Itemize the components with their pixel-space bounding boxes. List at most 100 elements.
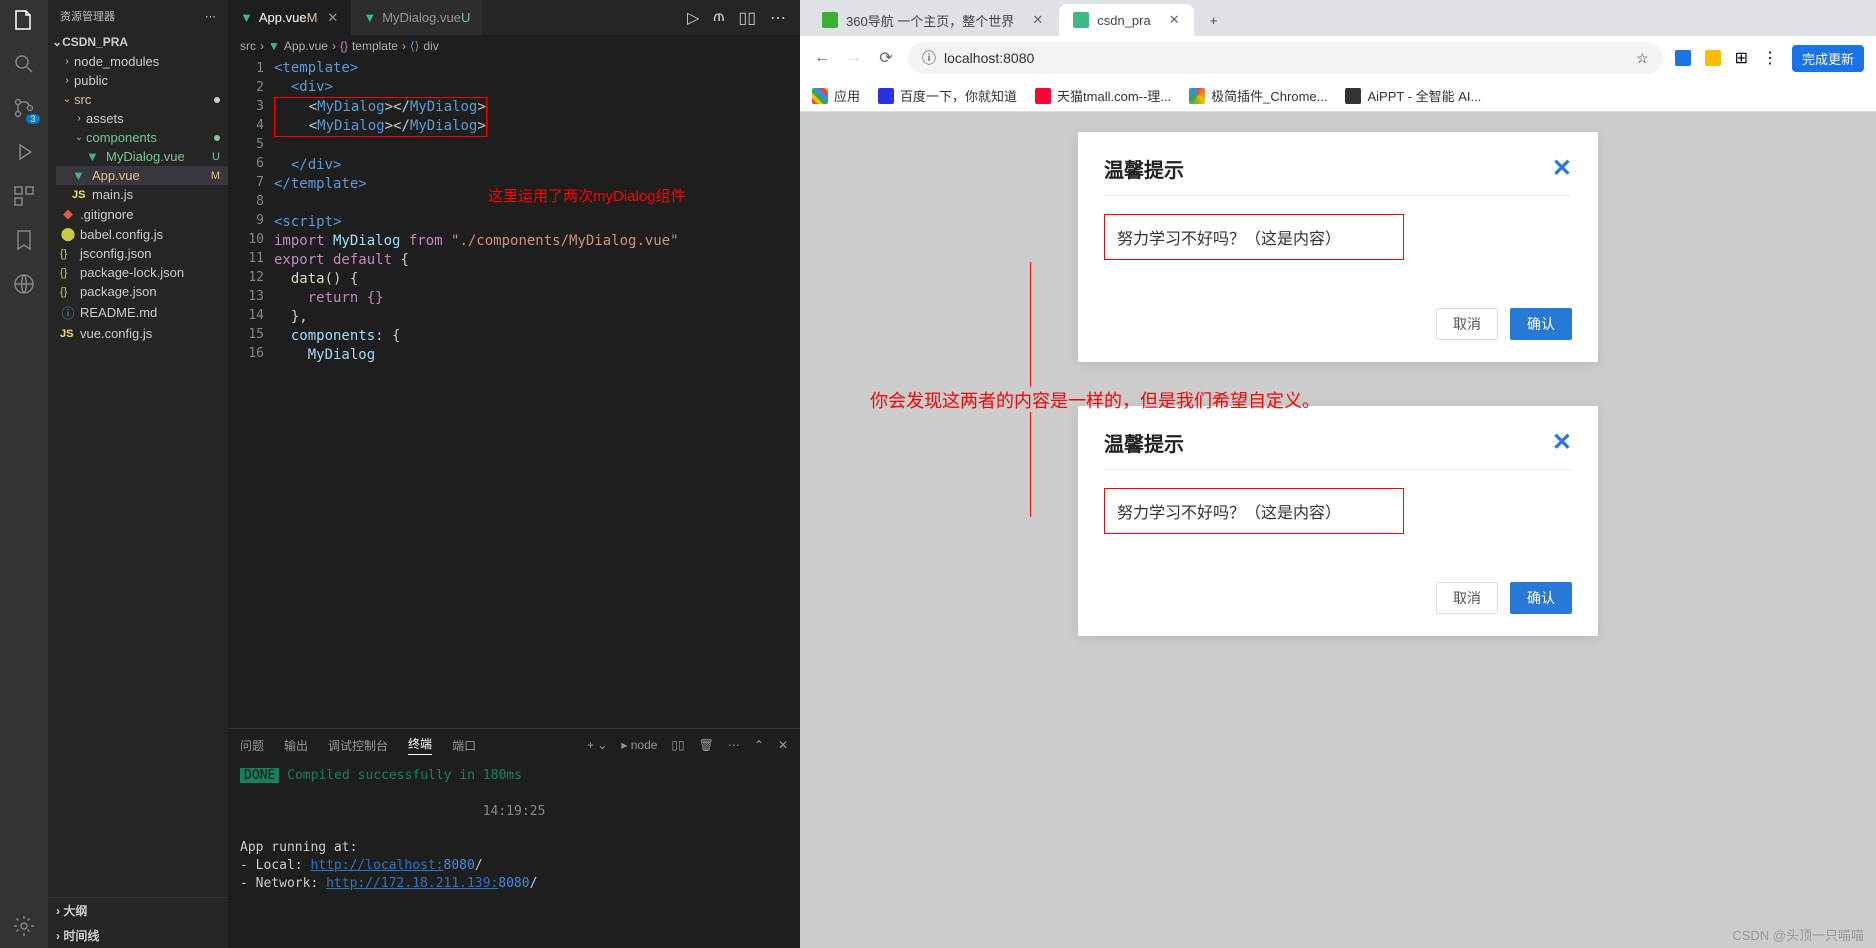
- timeline-panel[interactable]: › 时间线: [48, 923, 228, 948]
- file-readme[interactable]: ⓘREADME.md: [56, 301, 228, 324]
- url-bar[interactable]: ⓘ localhost:8080 ☆: [908, 42, 1663, 74]
- debug-icon[interactable]: [12, 140, 36, 164]
- outline-panel[interactable]: › 大纲: [48, 898, 228, 923]
- cancel-button[interactable]: 取消: [1436, 308, 1498, 340]
- globe-icon[interactable]: [12, 272, 36, 296]
- bookmark-tmall[interactable]: 天猫tmall.com--理...: [1035, 86, 1171, 105]
- bookmark-baidu[interactable]: 百度一下，你就知道: [878, 86, 1017, 105]
- add-terminal-icon[interactable]: + ⌄: [587, 738, 607, 752]
- tab-ports[interactable]: 端口: [452, 737, 476, 754]
- sidebar-more-icon[interactable]: ⋯: [205, 10, 216, 23]
- file-appvue[interactable]: ▼App.vueM: [56, 166, 228, 185]
- tab-terminal[interactable]: 终端: [408, 735, 432, 755]
- vscode-pane: 3 资源管理器 ⋯ ⌄ CSDN_PRA ›node_modules ›publ…: [0, 0, 800, 948]
- ext-icon-yellow[interactable]: [1705, 50, 1721, 66]
- annotation-main: 你会发现这两者的内容是一样的，但是我们希望自定义。: [870, 387, 1570, 413]
- dialog-close-icon[interactable]: ✕: [1552, 428, 1572, 457]
- tab-bar: ▼App.vue M✕ ▼MyDialog.vue U ▷ ⫙ ▯▯ ⋯: [228, 0, 800, 35]
- browser-content: 温馨提示 ✕ 努力学习不好吗？（这是内容） 取消 确认 你会发现这两者的内容是一…: [800, 112, 1876, 948]
- back-icon[interactable]: ←: [812, 49, 832, 67]
- chevron-down-icon: ⌄: [52, 35, 62, 49]
- close-icon[interactable]: ✕: [1169, 12, 1180, 28]
- file-packagelock[interactable]: {}package-lock.json: [56, 263, 228, 282]
- terminal-tabs: 问题 输出 调试控制台 终端 端口 + ⌄ ▸ node ▯▯ 🗑 ⋯ ⌃ ✕: [228, 729, 800, 761]
- extensions-icon[interactable]: [12, 184, 36, 208]
- gear-icon[interactable]: [12, 914, 36, 938]
- search-icon[interactable]: [12, 52, 36, 76]
- bookmark-icon[interactable]: [12, 228, 36, 252]
- confirm-button[interactable]: 确认: [1510, 582, 1572, 614]
- dialog-header: 温馨提示 ✕: [1104, 154, 1572, 196]
- browser-tab-csdn[interactable]: csdn_pra✕: [1059, 4, 1193, 36]
- close-icon[interactable]: ✕: [327, 10, 338, 26]
- line-numbers: 12345678910111213141516: [228, 57, 274, 728]
- tab-debug[interactable]: 调试控制台: [328, 737, 388, 754]
- info-icon[interactable]: ⓘ: [922, 48, 936, 68]
- tab-output[interactable]: 输出: [284, 737, 308, 754]
- files-icon[interactable]: [12, 8, 36, 32]
- editor-body[interactable]: 12345678910111213141516 <template> <div>…: [228, 57, 800, 728]
- browser-tab-360[interactable]: 360导航 一个主页，整个世界✕: [808, 4, 1057, 36]
- dialog-1: 温馨提示 ✕ 努力学习不好吗？（这是内容） 取消 确认: [1078, 132, 1598, 362]
- terminal-shell-icon[interactable]: ▸ node: [621, 738, 657, 752]
- terminal-output[interactable]: DONE Compiled successfully in 180ms 14:1…: [228, 761, 800, 948]
- minimap[interactable]: [740, 57, 800, 728]
- confirm-button[interactable]: 确认: [1510, 308, 1572, 340]
- project-header[interactable]: ⌄ CSDN_PRA: [48, 32, 228, 52]
- omnibox-row: ← → ⟳ ⓘ localhost:8080 ☆ ⊞ ⋮ 完成更新: [800, 36, 1876, 80]
- bookmark-aippt[interactable]: AiPPT - 全智能 AI...: [1345, 86, 1481, 105]
- omnibox-right: ⊞ ⋮ 完成更新: [1675, 45, 1864, 72]
- split-icon[interactable]: ▯▯: [738, 8, 756, 28]
- sidebar-header: 资源管理器 ⋯: [48, 0, 228, 32]
- folder-src[interactable]: ⌄src: [56, 90, 228, 109]
- file-jsconfig[interactable]: {}jsconfig.json: [56, 244, 228, 263]
- file-tree: ›node_modules ›public ⌄src ›assets ⌄comp…: [48, 52, 228, 343]
- update-button[interactable]: 完成更新: [1792, 45, 1864, 72]
- forward-icon[interactable]: →: [844, 49, 864, 67]
- breadcrumb[interactable]: src › ▼App.vue › {} template › ⟨⟩ div: [228, 35, 800, 57]
- close-icon[interactable]: ✕: [1032, 12, 1043, 28]
- close-terminal-icon[interactable]: ✕: [778, 738, 788, 752]
- more-icon[interactable]: ⋯: [770, 8, 786, 28]
- code-content[interactable]: <template> <div> <MyDialog></MyDialog> <…: [274, 57, 740, 728]
- file-babel[interactable]: ⬤babel.config.js: [56, 224, 228, 244]
- maximize-icon[interactable]: ⌃: [754, 738, 764, 752]
- explorer-title: 资源管理器: [60, 8, 115, 24]
- dialog-title: 温馨提示: [1104, 428, 1184, 457]
- file-gitignore[interactable]: ◆.gitignore: [56, 204, 228, 224]
- file-packagejson[interactable]: {}package.json: [56, 282, 228, 301]
- browser-menu-icon[interactable]: ⋮: [1762, 48, 1778, 68]
- folder-components[interactable]: ⌄components: [56, 128, 228, 147]
- terminal-more-icon[interactable]: ⋯: [728, 738, 740, 752]
- dialog-footer: 取消 确认: [1104, 582, 1572, 614]
- puzzle-icon[interactable]: ⊞: [1735, 48, 1748, 68]
- tab-mydialog[interactable]: ▼MyDialog.vue U: [351, 0, 483, 35]
- new-tab-button[interactable]: +: [1196, 4, 1232, 36]
- cancel-button[interactable]: 取消: [1436, 582, 1498, 614]
- bookmark-chrome[interactable]: 极简插件_Chrome...: [1189, 86, 1327, 105]
- file-mydialog[interactable]: ▼MyDialog.vueU: [56, 147, 228, 166]
- file-vueconfig[interactable]: JSvue.config.js: [56, 324, 228, 343]
- dialog-body: 努力学习不好吗？（这是内容）: [1104, 214, 1404, 260]
- star-icon[interactable]: ☆: [1636, 50, 1649, 67]
- editor-actions: ▷ ⫙ ▯▯ ⋯: [687, 8, 800, 28]
- run-icon[interactable]: ▷: [687, 8, 699, 28]
- folder-public[interactable]: ›public: [56, 71, 228, 90]
- source-control-icon[interactable]: 3: [12, 96, 36, 120]
- folder-node-modules[interactable]: ›node_modules: [56, 52, 228, 71]
- ext-icon-blue[interactable]: [1675, 50, 1691, 66]
- split-terminal-icon[interactable]: ▯▯: [671, 738, 684, 752]
- reload-icon[interactable]: ⟳: [876, 48, 896, 68]
- terminal-pane: 问题 输出 调试控制台 终端 端口 + ⌄ ▸ node ▯▯ 🗑 ⋯ ⌃ ✕: [228, 728, 800, 948]
- editor-area: ▼App.vue M✕ ▼MyDialog.vue U ▷ ⫙ ▯▯ ⋯ src…: [228, 0, 800, 948]
- tab-problems[interactable]: 问题: [240, 737, 264, 754]
- compare-icon[interactable]: ⫙: [713, 8, 724, 28]
- dialog-title: 温馨提示: [1104, 154, 1184, 183]
- tab-appvue[interactable]: ▼App.vue M✕: [228, 0, 351, 35]
- trash-icon[interactable]: 🗑: [699, 738, 714, 752]
- dialog-close-icon[interactable]: ✕: [1552, 154, 1572, 183]
- apps-button[interactable]: 应用: [812, 86, 860, 105]
- vscode-main: 3 资源管理器 ⋯ ⌄ CSDN_PRA ›node_modules ›publ…: [0, 0, 800, 948]
- file-mainjs[interactable]: JSmain.js: [56, 185, 228, 204]
- folder-assets[interactable]: ›assets: [56, 109, 228, 128]
